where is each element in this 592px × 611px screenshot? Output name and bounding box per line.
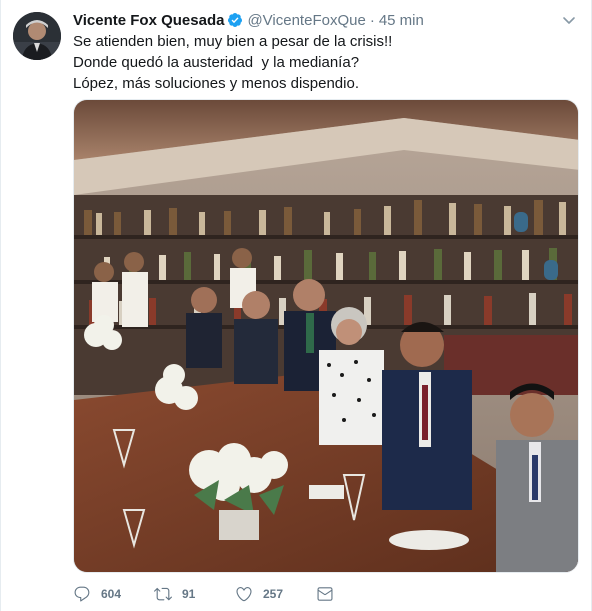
retweet-button[interactable]: 91 <box>154 585 235 603</box>
tweet-card[interactable]: Vicente Fox Quesada @VicenteFoxQue · 45 … <box>0 0 592 611</box>
envelope-icon <box>317 587 333 601</box>
tweet-text-line: López, más soluciones y menos dispendio. <box>73 75 359 92</box>
retweet-count: 91 <box>182 587 196 601</box>
author-handle[interactable]: @VicenteFoxQue <box>247 12 365 29</box>
reply-button[interactable]: 604 <box>73 585 154 603</box>
meta-separator: · <box>369 11 375 29</box>
reply-icon <box>74 586 90 602</box>
verified-badge-icon <box>227 12 243 28</box>
author-name[interactable]: Vicente Fox Quesada <box>73 12 224 29</box>
like-count: 257 <box>263 587 284 601</box>
chevron-down-icon[interactable] <box>561 12 577 28</box>
reply-count: 604 <box>101 587 122 601</box>
tweet-text-line: Donde quedó la austeridad y la medianía? <box>73 54 360 71</box>
tweet-text: Se atienden bien, muy bien a pesar de la… <box>73 31 573 94</box>
retweet-icon <box>154 587 172 601</box>
heart-icon <box>236 587 252 602</box>
tweet-timestamp[interactable]: 45 min <box>379 12 424 29</box>
tweet-header: Vicente Fox Quesada @VicenteFoxQue · 45 … <box>73 10 424 30</box>
tweet-photo[interactable] <box>73 99 579 573</box>
tweet-actions: 604 91 257 <box>73 583 334 605</box>
like-button[interactable]: 257 <box>235 585 316 603</box>
direct-message-button[interactable] <box>316 585 334 603</box>
tweet-text-line: Se atienden bien, muy bien a pesar de la… <box>73 33 393 50</box>
author-avatar[interactable] <box>13 12 61 60</box>
